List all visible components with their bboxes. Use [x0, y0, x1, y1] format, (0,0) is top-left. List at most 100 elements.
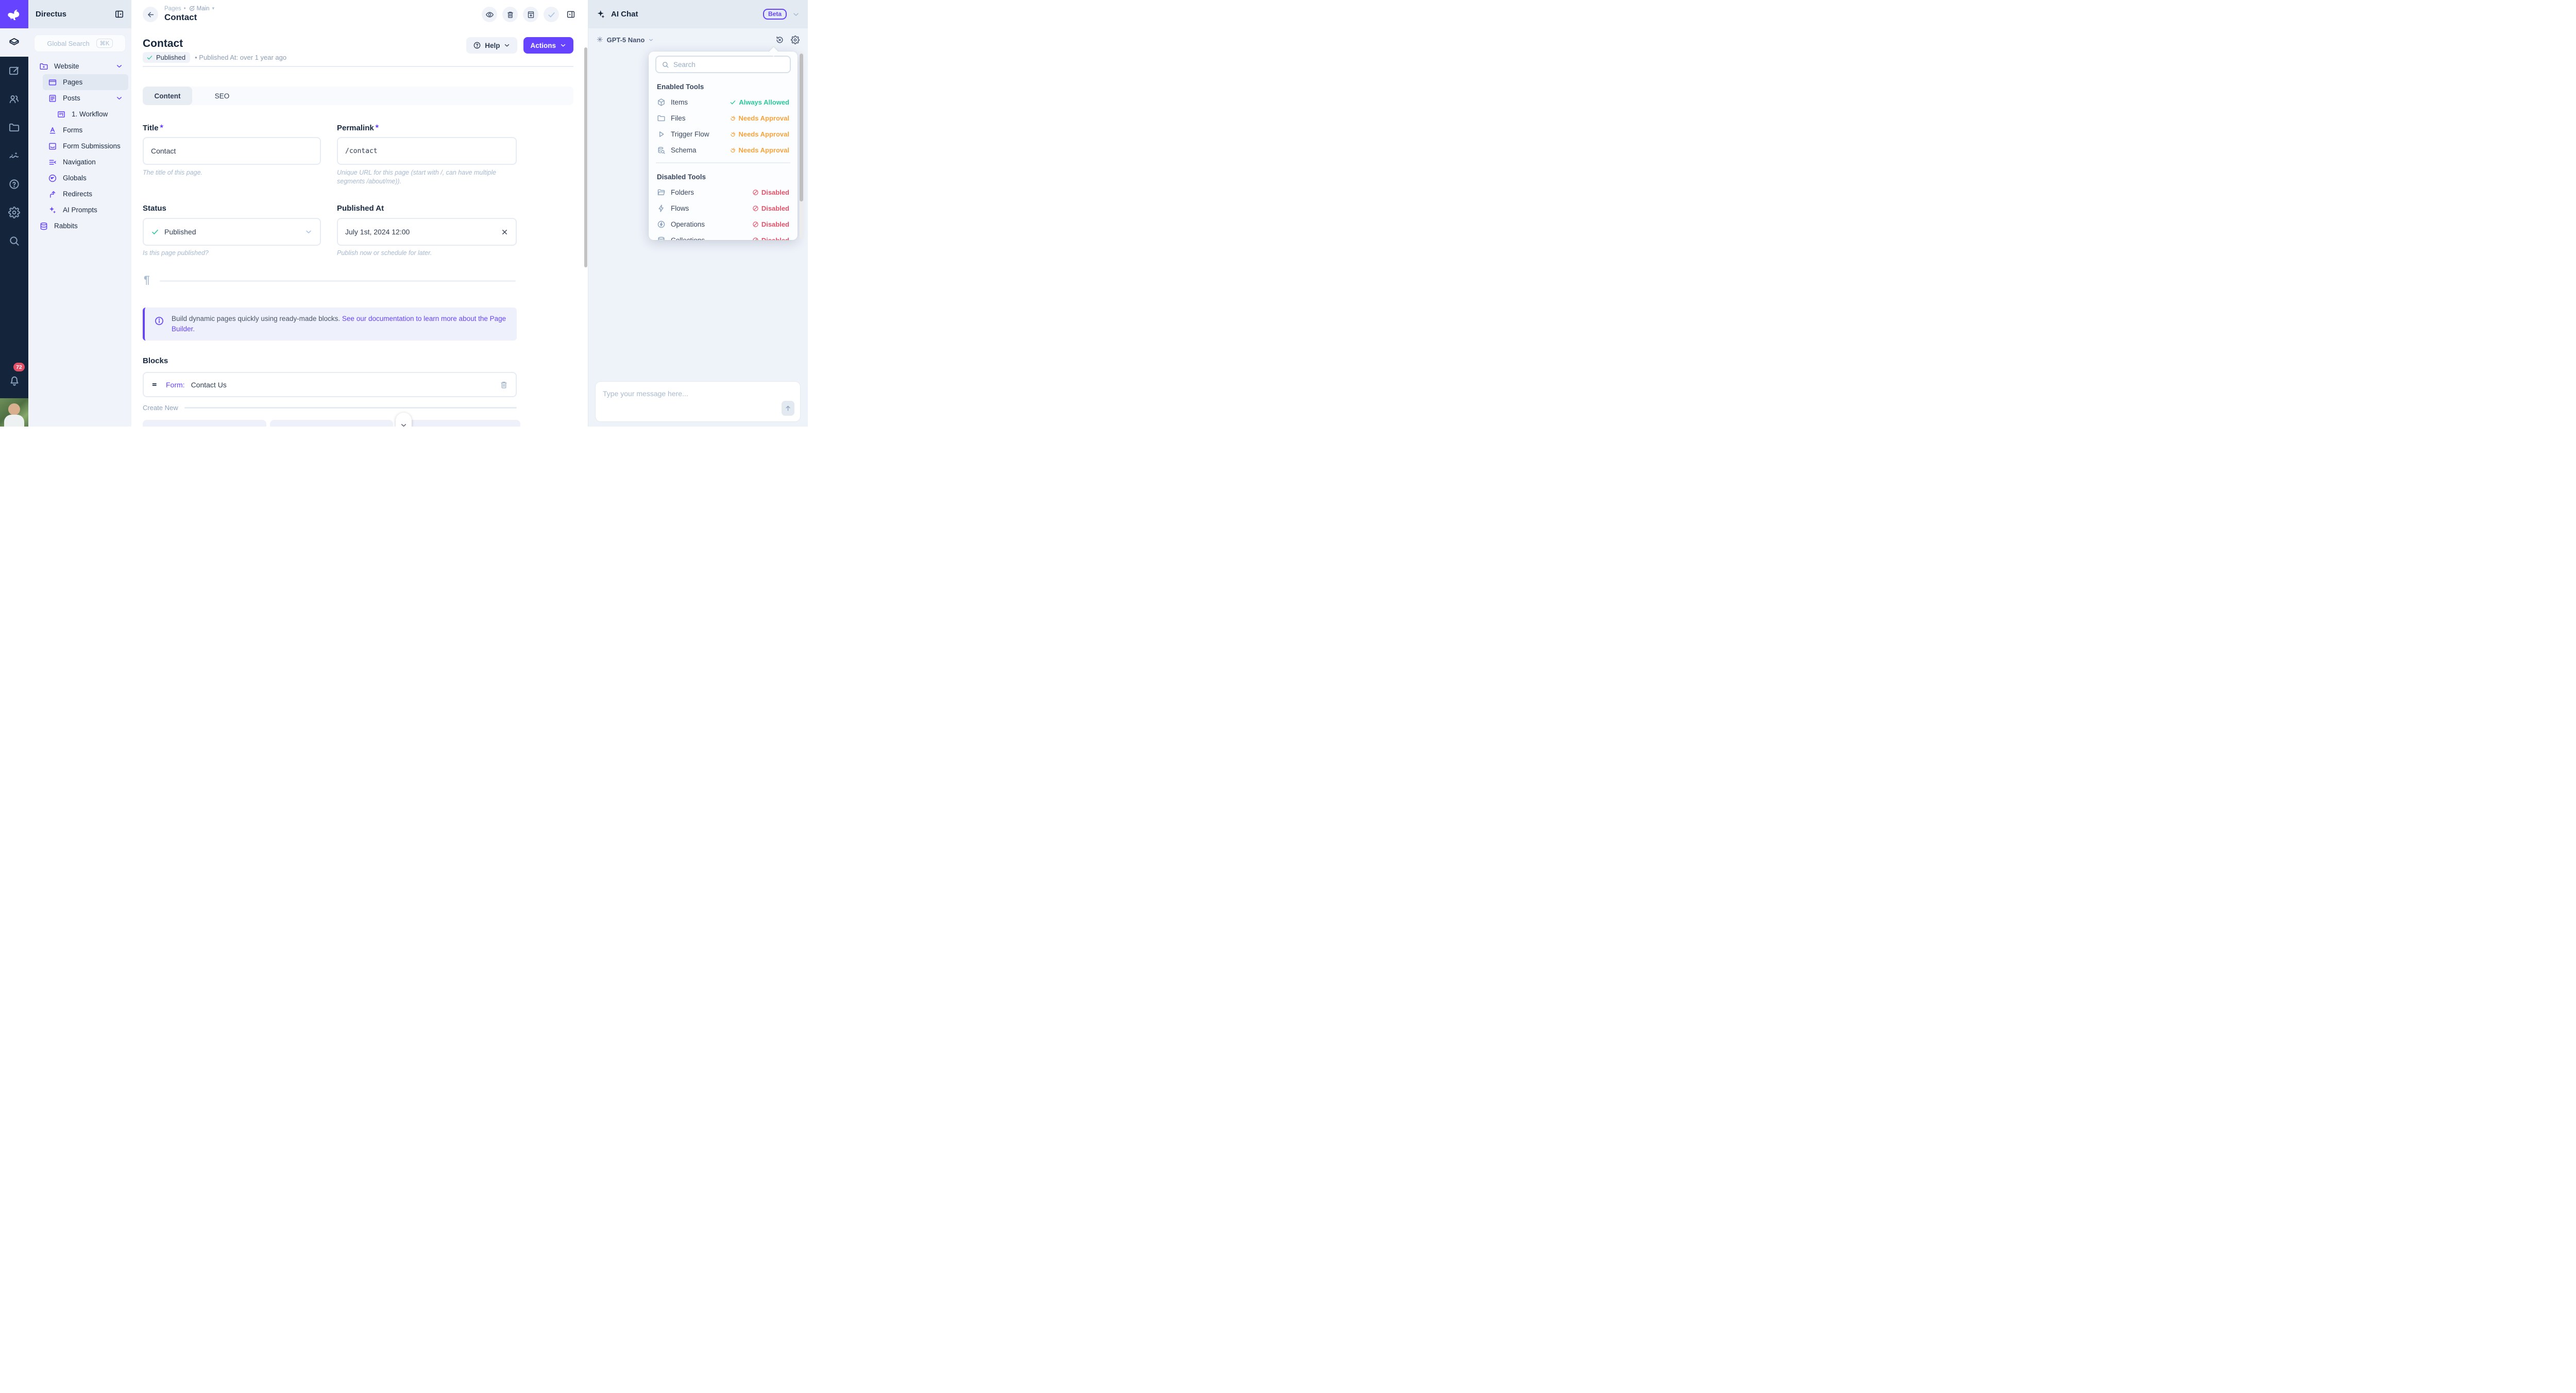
always-allowed-icon: [730, 99, 736, 106]
status-row: Published • Published At: over 1 year ag…: [143, 52, 286, 63]
actions-button[interactable]: Actions: [523, 37, 573, 54]
popover-scrollbar-thumb[interactable]: [800, 54, 803, 201]
tool-status[interactable]: Needs Approval: [730, 114, 790, 122]
chevron-down-icon: [400, 417, 408, 427]
sidebar-item-ai-prompts[interactable]: AI Prompts: [43, 202, 128, 218]
tool-status[interactable]: Disabled: [752, 189, 789, 196]
check-icon: [146, 54, 153, 61]
published-at-field[interactable]: July 1st, 2024 12:00: [337, 218, 517, 246]
sidebar-item-label: 1. Workflow: [72, 110, 108, 118]
close-icon[interactable]: [501, 228, 509, 236]
sidebar-item-rabbits[interactable]: Rabbits: [34, 218, 128, 234]
tool-row-files[interactable]: FilesNeeds Approval: [649, 110, 798, 126]
delete-button[interactable]: [502, 7, 518, 22]
tools-search-input[interactable]: [673, 61, 785, 69]
module-files-module[interactable]: [0, 113, 28, 142]
help-button[interactable]: Help: [466, 37, 517, 54]
drag-handle-icon[interactable]: [151, 380, 160, 389]
tools-search[interactable]: [655, 56, 791, 73]
disabled-tools-header: Disabled Tools: [657, 173, 789, 181]
ai-chat-header: AI Chat Beta: [588, 0, 808, 28]
status-select[interactable]: Published: [143, 218, 321, 246]
module-search-module[interactable]: [0, 227, 28, 255]
save-button[interactable]: [544, 7, 559, 22]
chevron-down-icon[interactable]: [115, 62, 123, 70]
version-selector[interactable]: Main: [189, 5, 210, 12]
back-button[interactable]: [143, 7, 158, 22]
tool-row-operations[interactable]: OperationsDisabled: [649, 216, 798, 232]
preview-button[interactable]: [482, 7, 497, 22]
block-placeholder[interactable]: [270, 420, 394, 427]
create-new-row: Create New: [143, 404, 517, 412]
tool-row-items[interactable]: ItemsAlways Allowed: [649, 94, 798, 110]
blocks-heading: Blocks: [143, 356, 168, 365]
block-row-contact-us[interactable]: Form:Contact Us: [143, 372, 517, 397]
panel-right-icon: [566, 10, 575, 19]
eye-icon: [485, 10, 494, 19]
tool-row-folders[interactable]: FoldersDisabled: [649, 184, 798, 200]
block-placeholder[interactable]: [143, 420, 266, 427]
tool-status[interactable]: Always Allowed: [730, 98, 789, 106]
tool-row-schema[interactable]: SchemaNeeds Approval: [649, 142, 798, 158]
notifications-button[interactable]: 72: [0, 367, 28, 394]
create-new-link[interactable]: Create New: [143, 404, 178, 412]
main-scrollbar[interactable]: [584, 47, 587, 267]
sidebar-item-posts[interactable]: Posts: [43, 90, 128, 106]
collapse-chat-icon[interactable]: [792, 10, 800, 19]
chevron-down-icon[interactable]: [115, 94, 123, 102]
sidebar-item-form-submissions[interactable]: Form Submissions: [43, 138, 128, 154]
collection-nav-list: WebsitePagesPosts 1. Workflow FormsForm Su…: [28, 58, 131, 234]
sidebar-item-navigation[interactable]: Navigation: [43, 154, 128, 170]
collapse-sidebar-icon[interactable]: [114, 9, 124, 19]
block-title: Contact Us: [191, 381, 227, 389]
block-placeholder[interactable]: [397, 420, 520, 427]
tool-status[interactable]: Disabled: [752, 205, 789, 212]
tab-content[interactable]: Content: [143, 87, 192, 105]
tool-row-flows[interactable]: FlowsDisabled: [649, 200, 798, 216]
module-insights-module[interactable]: [0, 142, 28, 170]
sidebar-item-forms[interactable]: Forms: [43, 122, 128, 138]
archive-button[interactable]: [523, 7, 538, 22]
send-button[interactable]: [782, 401, 794, 416]
published-meta: • Published At: over 1 year ago: [195, 54, 286, 61]
module-settings-module[interactable]: [0, 198, 28, 227]
sidebar-item-website[interactable]: Website: [34, 58, 128, 74]
module-users-module[interactable]: [0, 85, 28, 113]
permalink-input[interactable]: [345, 147, 509, 155]
block-placeholder-row: [143, 420, 520, 427]
module-help-module[interactable]: [0, 170, 28, 198]
module-content-module[interactable]: [0, 28, 28, 57]
chat-message-input[interactable]: [596, 382, 800, 421]
model-selector[interactable]: GPT-5 Nano: [607, 36, 645, 44]
status-field-note: Is this page published?: [143, 249, 209, 258]
breadcrumb-collection[interactable]: Pages: [164, 6, 181, 12]
toggle-right-panel-button[interactable]: [564, 7, 578, 22]
tool-status[interactable]: Disabled: [752, 220, 789, 228]
header-divider: [143, 66, 573, 67]
tool-status[interactable]: Needs Approval: [730, 146, 790, 154]
sidebar-item-pages[interactable]: Pages: [43, 74, 128, 90]
sidebar-item-redirects[interactable]: Redirects: [43, 186, 128, 202]
module-rail: 72: [0, 0, 28, 427]
sidebar-item-1-workflow[interactable]: 1. Workflow: [52, 106, 128, 122]
scroll-down-button[interactable]: [396, 413, 412, 427]
global-search[interactable]: ⌘K: [35, 35, 125, 52]
version-caret-icon[interactable]: ▾: [212, 6, 215, 11]
directus-logo[interactable]: [0, 0, 28, 28]
gear-icon[interactable]: [791, 36, 800, 44]
title-input[interactable]: [151, 147, 313, 155]
tool-label: Trigger Flow: [671, 130, 709, 138]
tool-row-trigger-flow[interactable]: Trigger Flow Needs Approval: [649, 126, 798, 142]
tools-popover: Enabled Tools ItemsAlways AllowedFilesNe…: [649, 52, 798, 240]
global-search-input[interactable]: [47, 40, 92, 47]
module-editor-module[interactable]: [0, 57, 28, 85]
reset-history-icon[interactable]: [775, 36, 784, 44]
sidebar-item-globals[interactable]: Globals: [43, 170, 128, 186]
user-avatar[interactable]: [0, 398, 28, 427]
tool-status[interactable]: Disabled: [752, 236, 789, 240]
trash-icon[interactable]: [499, 380, 509, 389]
tab-seo[interactable]: SEO: [197, 87, 247, 105]
ai-chat-title: AI Chat: [611, 10, 758, 19]
tool-status[interactable]: Needs Approval: [730, 130, 790, 138]
tool-row-collections[interactable]: CollectionsDisabled: [649, 232, 798, 240]
